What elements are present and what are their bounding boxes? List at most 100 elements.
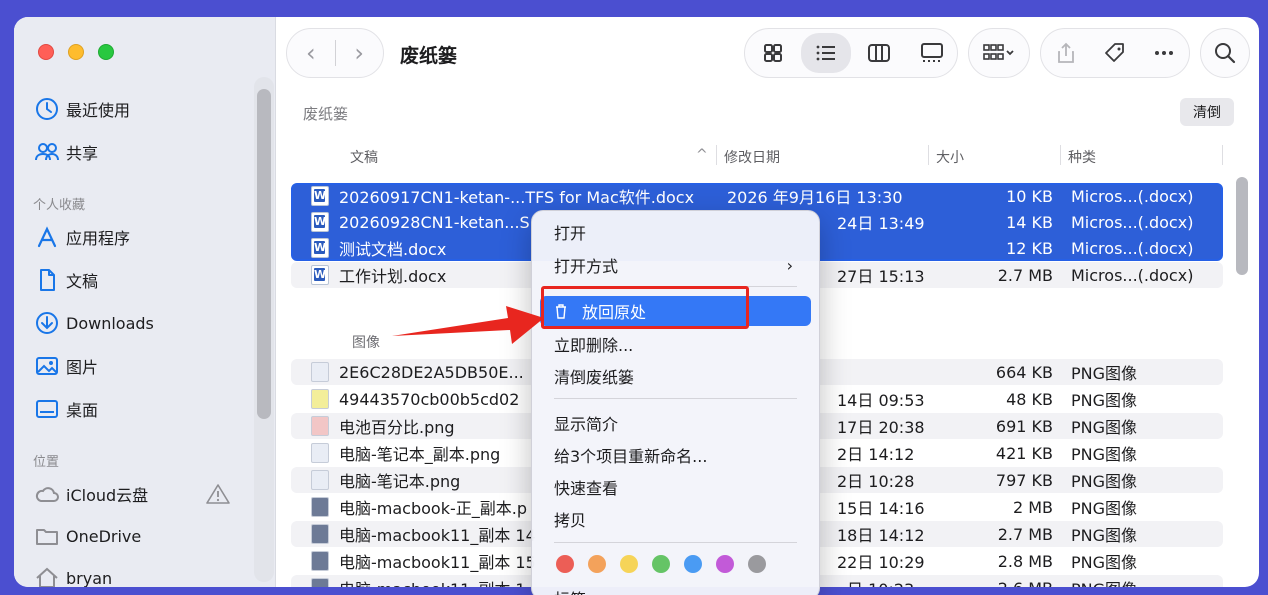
sidebar-item-label: Downloads [66,313,154,333]
menu-item-empty-trash[interactable]: 清倒废纸篓 [540,361,811,391]
folder-icon [34,523,66,549]
sidebar-item-recents[interactable]: 最近使用 [34,94,130,124]
main-scrollbar[interactable] [1236,177,1248,275]
menu-item-delete-immediately[interactable]: 立即删除... [540,329,811,359]
forward-button[interactable]: › [335,28,383,78]
file-size: 421 KB [995,443,1053,463]
menu-item-copy[interactable]: 拷贝 [540,504,811,534]
sidebar-item-label: bryan [66,568,113,588]
annotation-arrow [392,306,544,344]
sidebar-item-downloads[interactable]: Downloads [34,308,154,338]
file-kind: PNG图像 [1071,364,1138,383]
column-divider[interactable] [1222,145,1223,165]
tag-orange-dot[interactable] [588,555,606,573]
column-view-button[interactable] [854,33,904,73]
tag-green-dot[interactable] [652,555,670,573]
sidebar-item-desktop[interactable]: 桌面 [34,394,98,424]
sidebar-item-label: 文稿 [66,272,99,291]
menu-item-label: 快速查看 [554,479,619,498]
file-kind: PNG图像 [1071,472,1138,491]
file-kind: PNG图像 [1071,391,1138,410]
docx-file-icon [311,238,329,258]
file-size: 2 MB [1012,497,1053,517]
warning-icon[interactable] [206,483,230,505]
file-kind: PNG图像 [1071,499,1138,518]
menu-item-label: 拷贝 [554,511,587,530]
file-kind: Micros...(.docx) [1071,238,1194,258]
column-header: 文稿 ^ 修改日期 大小 种类 [276,143,1259,169]
file-size: 2.7 MB [997,524,1053,544]
search-button[interactable] [1200,28,1250,78]
zoom-window-button[interactable] [98,44,114,60]
sidebar-item-icloud[interactable]: iCloud云盘 [34,479,148,509]
png-file-icon [311,497,329,517]
column-date[interactable]: 修改日期 [724,147,780,167]
column-divider[interactable] [1060,145,1061,165]
column-size[interactable]: 大小 [936,147,964,167]
menu-item-label: 立即删除... [554,336,634,355]
sidebar-item-shared[interactable]: 共享 [34,137,98,167]
tag-red-dot[interactable] [556,555,574,573]
minimize-window-button[interactable] [68,44,84,60]
sidebar-item-label: 桌面 [66,401,99,420]
menu-item-tags[interactable]: 标签... [540,583,811,595]
menu-item-open[interactable]: 打开 [540,217,811,247]
home-icon [34,565,66,587]
tag-purple-dot[interactable] [716,555,734,573]
list-view-button[interactable] [801,33,851,73]
icon-view-button[interactable] [748,33,798,73]
file-name: 电脑-笔记本.png [339,472,461,491]
share-button[interactable] [1046,33,1086,73]
file-name: 工作计划.docx [339,267,447,286]
sidebar-item-onedrive[interactable]: OneDrive [34,521,141,551]
column-kind[interactable]: 种类 [1068,147,1096,167]
tag-blue-dot[interactable] [684,555,702,573]
sidebar-item-label: OneDrive [66,526,142,546]
menu-item-open-with[interactable]: 打开方式 › [540,250,811,280]
column-divider[interactable] [928,145,929,165]
sidebar-item-documents[interactable]: 文稿 [34,265,98,295]
tag-yellow-dot[interactable] [620,555,638,573]
menu-item-rename[interactable]: 给3个项目重新命名... [540,440,811,470]
sidebar-item-label: 图片 [66,358,99,377]
tag-gray-dot[interactable] [748,555,766,573]
file-size: 48 KB [1006,389,1053,409]
file-name: 电脑-macbook11_副本 1 [339,576,526,587]
sidebar-scrollbar[interactable] [257,89,271,419]
file-size: 2.6 MB [998,579,1053,588]
file-name: 电脑-macbook11_副本 15 [339,553,536,572]
back-button[interactable]: ‹ [287,28,335,78]
file-name: 电脑-macbook-正_副本.p [339,499,527,518]
list-icon [816,45,835,61]
file-kind: Micros...(.docx) [1071,186,1194,206]
file-size: 14 KB [1006,212,1053,232]
group-by-button[interactable] [968,28,1030,78]
column-divider[interactable] [716,145,717,165]
file-name: 2E6C28DE2A5DB50E... [339,362,524,382]
download-icon [34,310,66,336]
gallery-view-button[interactable] [907,33,957,73]
close-window-button[interactable] [38,44,54,60]
sort-chevron-icon[interactable]: ^ [696,147,708,163]
file-kind: PNG图像 [1071,576,1137,587]
cloud-icon [34,481,66,507]
sidebar-item-home[interactable]: bryan [34,563,112,587]
menu-item-label: 打开 [554,224,587,243]
tag-icon [1105,43,1124,62]
tag-button[interactable] [1095,33,1135,73]
sidebar-item-label: iCloud云盘 [66,486,149,505]
file-row[interactable]: 20260917CN1-ketan-...TFS for Mac软件.docx … [291,183,1223,209]
empty-trash-button[interactable]: 清倒 [1180,98,1234,126]
sidebar-section-locations: 位置 [33,455,60,470]
png-file-icon [311,362,329,382]
file-size: 2.8 MB [997,551,1053,571]
menu-item-quick-look[interactable]: 快速查看 [540,472,811,502]
location-label: 废纸篓 [303,105,349,123]
more-button[interactable] [1144,33,1184,73]
menu-item-get-info[interactable]: 显示简介 [540,408,811,438]
column-name[interactable]: 文稿 [350,147,378,167]
sidebar-item-pictures[interactable]: 图片 [34,351,98,381]
sidebar-item-applications[interactable]: 应用程序 [34,222,130,252]
png-file-icon [311,470,329,490]
grid-icon [764,44,782,62]
